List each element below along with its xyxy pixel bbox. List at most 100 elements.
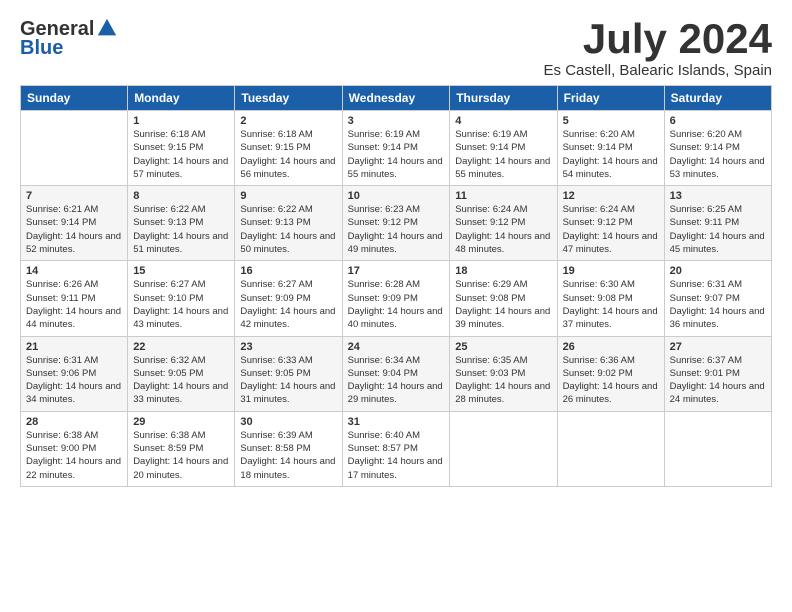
calendar-week-row: 14Sunrise: 6:26 AM Sunset: 9:11 PM Dayli… (21, 261, 772, 336)
day-info: Sunrise: 6:18 AM Sunset: 9:15 PM Dayligh… (133, 128, 229, 181)
calendar-cell: 31Sunrise: 6:40 AM Sunset: 8:57 PM Dayli… (342, 411, 450, 486)
calendar-cell: 1Sunrise: 6:18 AM Sunset: 9:15 PM Daylig… (128, 111, 235, 186)
calendar-cell: 5Sunrise: 6:20 AM Sunset: 9:14 PM Daylig… (557, 111, 664, 186)
day-info: Sunrise: 6:32 AM Sunset: 9:05 PM Dayligh… (133, 354, 229, 407)
calendar-cell: 3Sunrise: 6:19 AM Sunset: 9:14 PM Daylig… (342, 111, 450, 186)
day-info: Sunrise: 6:30 AM Sunset: 9:08 PM Dayligh… (563, 278, 659, 331)
calendar-cell: 23Sunrise: 6:33 AM Sunset: 9:05 PM Dayli… (235, 336, 342, 411)
day-number: 2 (240, 115, 336, 127)
day-info: Sunrise: 6:22 AM Sunset: 9:13 PM Dayligh… (133, 203, 229, 256)
calendar-cell: 6Sunrise: 6:20 AM Sunset: 9:14 PM Daylig… (664, 111, 771, 186)
calendar-cell: 24Sunrise: 6:34 AM Sunset: 9:04 PM Dayli… (342, 336, 450, 411)
calendar-cell: 14Sunrise: 6:26 AM Sunset: 9:11 PM Dayli… (21, 261, 128, 336)
calendar-cell: 16Sunrise: 6:27 AM Sunset: 9:09 PM Dayli… (235, 261, 342, 336)
day-info: Sunrise: 6:38 AM Sunset: 8:59 PM Dayligh… (133, 429, 229, 482)
day-info: Sunrise: 6:18 AM Sunset: 9:15 PM Dayligh… (240, 128, 336, 181)
day-number: 20 (670, 265, 766, 277)
day-info: Sunrise: 6:35 AM Sunset: 9:03 PM Dayligh… (455, 354, 551, 407)
calendar-cell: 22Sunrise: 6:32 AM Sunset: 9:05 PM Dayli… (128, 336, 235, 411)
calendar-cell: 26Sunrise: 6:36 AM Sunset: 9:02 PM Dayli… (557, 336, 664, 411)
day-info: Sunrise: 6:26 AM Sunset: 9:11 PM Dayligh… (26, 278, 122, 331)
header: General Blue July 2024 Es Castell, Balea… (20, 18, 772, 79)
calendar-cell (664, 411, 771, 486)
calendar-cell: 17Sunrise: 6:28 AM Sunset: 9:09 PM Dayli… (342, 261, 450, 336)
calendar-cell (450, 411, 557, 486)
calendar-cell: 7Sunrise: 6:21 AM Sunset: 9:14 PM Daylig… (21, 186, 128, 261)
day-info: Sunrise: 6:31 AM Sunset: 9:06 PM Dayligh… (26, 354, 122, 407)
calendar-cell: 2Sunrise: 6:18 AM Sunset: 9:15 PM Daylig… (235, 111, 342, 186)
day-number: 3 (348, 115, 445, 127)
calendar-cell: 18Sunrise: 6:29 AM Sunset: 9:08 PM Dayli… (450, 261, 557, 336)
day-number: 28 (26, 416, 122, 428)
day-info: Sunrise: 6:28 AM Sunset: 9:09 PM Dayligh… (348, 278, 445, 331)
page: General Blue July 2024 Es Castell, Balea… (0, 0, 792, 497)
day-number: 15 (133, 265, 229, 277)
calendar-day-header: Monday (128, 86, 235, 111)
day-number: 18 (455, 265, 551, 277)
calendar-table: SundayMondayTuesdayWednesdayThursdayFrid… (20, 85, 772, 487)
calendar-day-header: Wednesday (342, 86, 450, 111)
calendar-cell: 20Sunrise: 6:31 AM Sunset: 9:07 PM Dayli… (664, 261, 771, 336)
calendar-day-header: Tuesday (235, 86, 342, 111)
day-number: 26 (563, 341, 659, 353)
day-info: Sunrise: 6:21 AM Sunset: 9:14 PM Dayligh… (26, 203, 122, 256)
calendar-day-header: Sunday (21, 86, 128, 111)
day-info: Sunrise: 6:20 AM Sunset: 9:14 PM Dayligh… (670, 128, 766, 181)
logo: General Blue (20, 18, 118, 60)
day-number: 7 (26, 190, 122, 202)
day-number: 17 (348, 265, 445, 277)
day-info: Sunrise: 6:34 AM Sunset: 9:04 PM Dayligh… (348, 354, 445, 407)
calendar-cell: 11Sunrise: 6:24 AM Sunset: 9:12 PM Dayli… (450, 186, 557, 261)
calendar-cell: 8Sunrise: 6:22 AM Sunset: 9:13 PM Daylig… (128, 186, 235, 261)
day-info: Sunrise: 6:29 AM Sunset: 9:08 PM Dayligh… (455, 278, 551, 331)
day-info: Sunrise: 6:38 AM Sunset: 9:00 PM Dayligh… (26, 429, 122, 482)
calendar-cell: 29Sunrise: 6:38 AM Sunset: 8:59 PM Dayli… (128, 411, 235, 486)
calendar-cell: 19Sunrise: 6:30 AM Sunset: 9:08 PM Dayli… (557, 261, 664, 336)
day-number: 25 (455, 341, 551, 353)
day-number: 8 (133, 190, 229, 202)
day-number: 5 (563, 115, 659, 127)
calendar-cell: 15Sunrise: 6:27 AM Sunset: 9:10 PM Dayli… (128, 261, 235, 336)
logo-icon (96, 17, 118, 39)
day-number: 10 (348, 190, 445, 202)
day-number: 19 (563, 265, 659, 277)
day-number: 21 (26, 341, 122, 353)
calendar-cell: 21Sunrise: 6:31 AM Sunset: 9:06 PM Dayli… (21, 336, 128, 411)
day-number: 31 (348, 416, 445, 428)
day-info: Sunrise: 6:27 AM Sunset: 9:09 PM Dayligh… (240, 278, 336, 331)
calendar-cell: 10Sunrise: 6:23 AM Sunset: 9:12 PM Dayli… (342, 186, 450, 261)
day-info: Sunrise: 6:23 AM Sunset: 9:12 PM Dayligh… (348, 203, 445, 256)
location-text: Es Castell, Balearic Islands, Spain (544, 62, 772, 79)
day-info: Sunrise: 6:19 AM Sunset: 9:14 PM Dayligh… (455, 128, 551, 181)
calendar-week-row: 1Sunrise: 6:18 AM Sunset: 9:15 PM Daylig… (21, 111, 772, 186)
calendar-cell: 9Sunrise: 6:22 AM Sunset: 9:13 PM Daylig… (235, 186, 342, 261)
day-number: 13 (670, 190, 766, 202)
day-number: 23 (240, 341, 336, 353)
calendar-day-header: Saturday (664, 86, 771, 111)
day-number: 12 (563, 190, 659, 202)
day-number: 6 (670, 115, 766, 127)
day-info: Sunrise: 6:37 AM Sunset: 9:01 PM Dayligh… (670, 354, 766, 407)
day-number: 1 (133, 115, 229, 127)
calendar-cell (557, 411, 664, 486)
day-info: Sunrise: 6:39 AM Sunset: 8:58 PM Dayligh… (240, 429, 336, 482)
calendar-header-row: SundayMondayTuesdayWednesdayThursdayFrid… (21, 86, 772, 111)
day-number: 29 (133, 416, 229, 428)
day-number: 27 (670, 341, 766, 353)
day-info: Sunrise: 6:27 AM Sunset: 9:10 PM Dayligh… (133, 278, 229, 331)
day-info: Sunrise: 6:36 AM Sunset: 9:02 PM Dayligh… (563, 354, 659, 407)
calendar-cell (21, 111, 128, 186)
day-info: Sunrise: 6:19 AM Sunset: 9:14 PM Dayligh… (348, 128, 445, 181)
day-number: 22 (133, 341, 229, 353)
day-info: Sunrise: 6:24 AM Sunset: 9:12 PM Dayligh… (455, 203, 551, 256)
calendar-cell: 12Sunrise: 6:24 AM Sunset: 9:12 PM Dayli… (557, 186, 664, 261)
calendar-day-header: Friday (557, 86, 664, 111)
calendar-week-row: 21Sunrise: 6:31 AM Sunset: 9:06 PM Dayli… (21, 336, 772, 411)
day-number: 24 (348, 341, 445, 353)
calendar-cell: 4Sunrise: 6:19 AM Sunset: 9:14 PM Daylig… (450, 111, 557, 186)
calendar-cell: 30Sunrise: 6:39 AM Sunset: 8:58 PM Dayli… (235, 411, 342, 486)
calendar-day-header: Thursday (450, 86, 557, 111)
day-number: 11 (455, 190, 551, 202)
calendar-cell: 25Sunrise: 6:35 AM Sunset: 9:03 PM Dayli… (450, 336, 557, 411)
month-title: July 2024 (544, 18, 772, 60)
